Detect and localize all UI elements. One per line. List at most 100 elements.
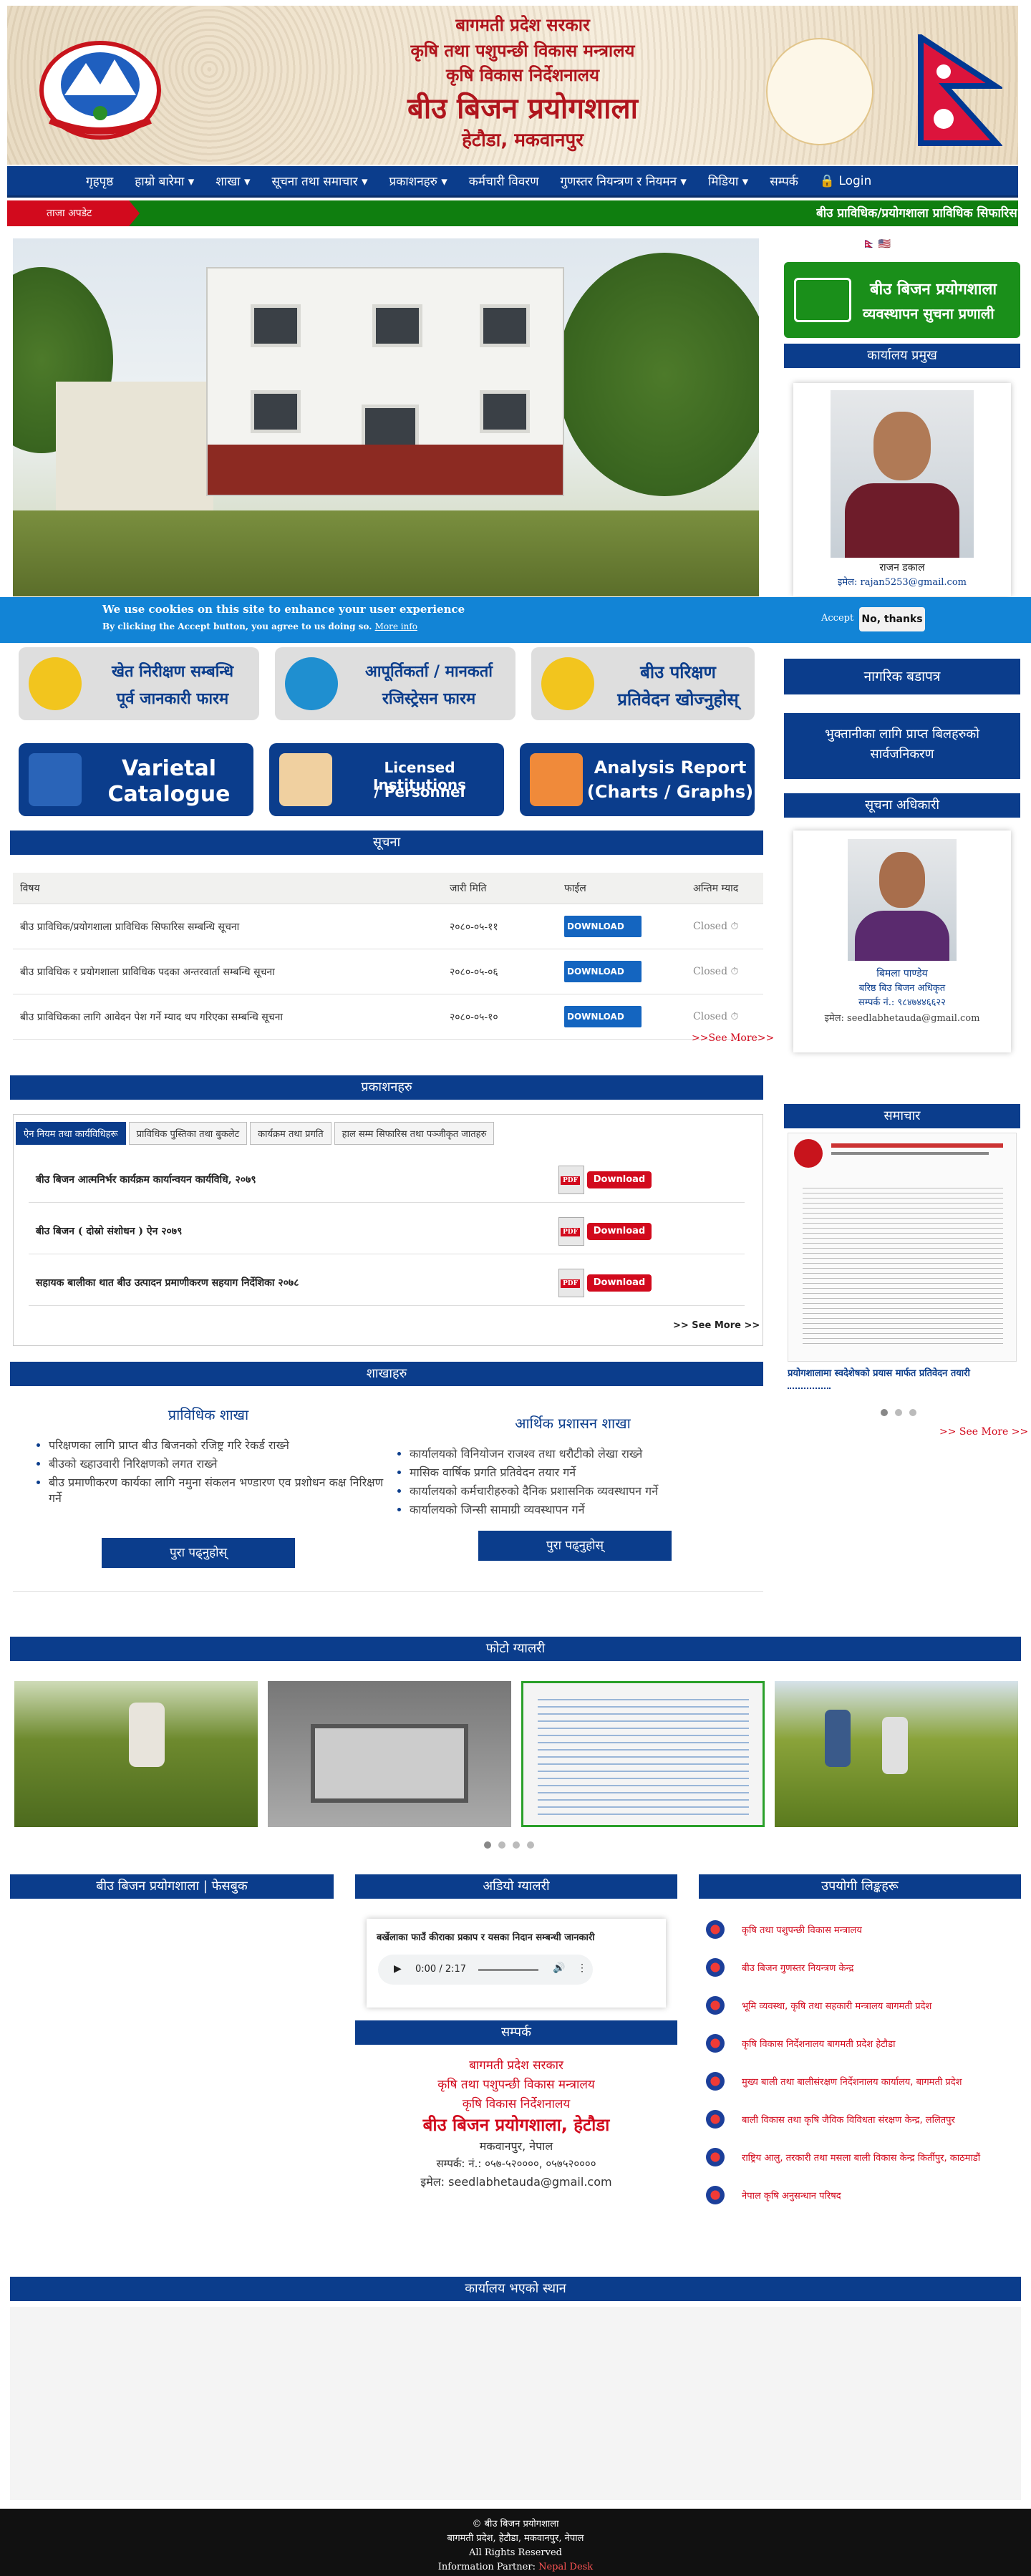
map-heading: कार्यालय भएको स्थान [10,2277,1021,2301]
nav-staff[interactable]: कर्मचारी विवरण [469,173,539,189]
gallery-photo-1[interactable] [14,1681,258,1827]
more-options-icon[interactable]: ⋮ [577,1962,587,1974]
page: बागमती प्रदेश सरकार कृषि तथा पशुपन्छी वि… [0,0,1031,2576]
list-item: बीउ बिजन ( दोस्रो संशोधन ) ऐन २०७९ Downl… [29,1207,745,1254]
gallery-photo-2[interactable] [268,1681,511,1827]
list-item: बीउ बिजन आत्मनिर्भर कार्यक्रम कार्यान्वय… [29,1156,745,1203]
cookie-more-link[interactable]: More info [375,621,417,631]
tab-varieties[interactable]: हाल सम्म सिफारिस तथा पञ्जीकृत जातहरु [334,1122,495,1145]
emblem-icon [794,1139,823,1168]
tab-acts[interactable]: ऐन नियम तथा कार्यविधिहरू [16,1122,126,1145]
audio-card: बर्खेलाका फाउँ कीराका प्रकाप र यसका निदा… [367,1919,666,2008]
cookie-banner: We use cookies on this site to enhance y… [0,597,1031,643]
nav-branches[interactable]: शाखा ▾ [216,173,250,189]
ticker-text[interactable]: बीउ प्राविधिक/प्रयोगशाला प्राविधिक सिफार… [816,200,1018,226]
field-inspection-form[interactable]: खेत निरीक्षण सम्बन्धि पूर्व जानकारी फारम [19,647,259,720]
site-footer: © बीउ बिजन प्रयोगशाला बागमती प्रदेश, हेट… [0,2509,1031,2576]
useful-links-list: कृषि तथा पशुपन्छी विकास मन्त्रालय बीउ बि… [699,1919,1021,2222]
table-row: बीउ प्राविधिक/प्रयोगशाला प्राविधिक सिफार… [13,904,763,949]
list-item[interactable]: मुख्य बाली तथा बालीसंरक्षण निर्देशनालय क… [699,2071,1021,2108]
volume-icon[interactable]: 🔊 [553,1962,565,1974]
news-image[interactable] [788,1133,1017,1362]
info-officer-heading: सूचना अधिकारी [784,793,1020,818]
notices-see-more[interactable]: >>See More>> [692,1032,774,1044]
analysis-report[interactable]: Analysis Report (Charts / Graphs) [520,743,755,816]
gallery-photo-4[interactable] [775,1681,1018,1827]
licensed-institutions[interactable]: Licensed Institutions / Personnel [269,743,504,816]
nav-about[interactable]: हाम्रो बारेमा ▾ [135,173,194,189]
hero-slider[interactable] [13,238,759,596]
tab-booklets[interactable]: प्राविधिक पुस्तिका तथा बुकलेट [128,1122,248,1145]
nepal-emblem-icon [39,41,161,140]
download-button[interactable]: DOWNLOAD [564,916,642,937]
news-see-more[interactable]: >> See More >> [939,1426,1028,1438]
pdf-icon [558,1166,584,1194]
language-switch[interactable]: 🇳🇵 🇺🇸 [863,238,891,250]
list-item[interactable]: भूमि व्यवस्था, कृषि तथा सहकारी मन्त्रालय… [699,1995,1021,2033]
nav-contact[interactable]: सम्पर्क [770,173,798,189]
list-item[interactable]: कृषि विकास निर्देशनालय बागमती प्रदेश हेट… [699,2033,1021,2071]
nav-home[interactable]: गृहपृष्ठ [86,173,113,189]
read-more-technical-button[interactable]: पुरा पढ्नुहोस् [102,1538,295,1568]
gallery-dots[interactable] [484,1841,534,1849]
lang-english[interactable]: 🇺🇸 [878,238,891,250]
notices-heading: सूचना [10,831,763,855]
pdf-download[interactable]: Download [558,1217,652,1246]
gallery-photo-3[interactable] [521,1681,765,1827]
publications-see-more[interactable]: >> See More >> [673,1320,760,1331]
contact-heading: सम्पर्क [355,2020,677,2045]
payment-bills-link[interactable]: भुक्तानीका लागि प्राप्त बिलहरुको सार्वजन… [784,713,1020,779]
notices-table: विषय जारी मिति फाईल अन्तिम म्याद बीउ प्र… [13,873,763,1040]
sambat-logo-icon [766,38,873,145]
office-building [206,267,564,496]
site-header: बागमती प्रदेश सरकार कृषि तथा पशुपन्छी वि… [7,6,1018,165]
pdf-download[interactable]: Download [558,1166,652,1194]
ims-banner[interactable]: बीउ बिजन प्रयोगशाला व्यवस्थापन सुचना प्र… [784,262,1020,338]
pdf-download[interactable]: Download [558,1269,652,1297]
list-item[interactable]: कृषि तथा पशुपन्छी विकास मन्त्रालय [699,1919,1021,1957]
lang-nepali[interactable]: 🇳🇵 [863,238,875,250]
tab-programs[interactable]: कार्यक्रम तथा प्रगति [250,1122,331,1145]
publications-heading: प्रकाशनहरु [10,1075,763,1100]
useful-links-heading: उपयोगी लिङ्कहरू [699,1874,1021,1899]
news-dots[interactable] [881,1409,916,1416]
seed-test-report-search[interactable]: बीउ परिक्षण प्रतिवेदन खोज्नुहोस् [531,647,755,720]
header-location: हेटौडा, मकवानपुर [462,130,584,151]
list-item[interactable]: राष्ट्रिय आलु, तरकारी तथा मसला बाली विका… [699,2146,1021,2184]
chief-photo [831,390,974,558]
nav-news[interactable]: सूचना तथा समाचार ▾ [271,173,367,189]
nepal-desk-link[interactable]: Nepal Desk [538,2562,593,2572]
news-ticker: ताजा अपडेट बीउ प्राविधिक/प्रयोगशाला प्रा… [7,200,1018,226]
cookie-accept-button[interactable]: Accept [821,613,853,624]
chief-heading: कार्यालय प्रमुख [784,344,1020,368]
nav-media[interactable]: मिडिया ▾ [708,173,748,189]
play-icon[interactable]: ▶ [394,1963,402,1975]
news-heading: समाचार [784,1104,1020,1128]
download-button[interactable]: DOWNLOAD [564,961,642,982]
audio-player[interactable]: ▶ 0:00 / 2:17 🔊 ⋮ [378,1955,593,1985]
list-item[interactable]: नेपाल कृषि अनुसन्धान परिषद [699,2184,1021,2222]
supplier-registration-form[interactable]: आपूर्तिकर्ता / मानकर्ता रजिस्ट्रेसन फारम [275,647,516,720]
list-item[interactable]: बीउ बिजन गुणस्तर नियन्त्रण केन्द्र [699,1957,1021,1995]
registration-icon [285,657,338,710]
nav-quality[interactable]: गुणस्तर नियन्त्रण र नियमन ▾ [561,173,687,189]
nepal-flag-icon [918,34,1002,146]
publication-tabs: ऐन नियम तथा कार्यविधिहरू प्राविधिक पुस्त… [16,1122,495,1145]
cookie-decline-button[interactable]: No, thanks [859,607,925,631]
varietal-catalogue[interactable]: Varietal Catalogue [19,743,253,816]
news-caption[interactable]: प्रयोगशालामा स्वदेशेषको प्रयास मार्फत प्… [788,1366,1020,1379]
chief-card: राजन डकाल इमेल: rajan5253@gmail.com [793,383,1011,596]
info-officer-photo [848,839,957,961]
pdf-icon [558,1269,584,1297]
office-map[interactable] [10,2307,1021,2500]
read-more-admin-button[interactable]: पुरा पढ्नुहोस् [478,1531,672,1561]
list-item[interactable]: बाली विकास तथा कृषि जैविक विविधता संरक्ष… [699,2108,1021,2146]
pdf-icon [558,1217,584,1246]
nav-login[interactable]: 🔒 Login [820,174,871,188]
nav-publications[interactable]: प्रकाशनहरु ▾ [389,173,447,189]
header-line-2: कृषि तथा पशुपन्छी विकास मन्त्रालय [410,41,635,61]
audio-progress[interactable] [478,1969,538,1971]
citizen-charter-link[interactable]: नागरिक बडापत्र [784,659,1020,694]
header-line-1: बागमती प्रदेश सरकार [455,15,590,35]
download-button[interactable]: DOWNLOAD [564,1006,642,1027]
